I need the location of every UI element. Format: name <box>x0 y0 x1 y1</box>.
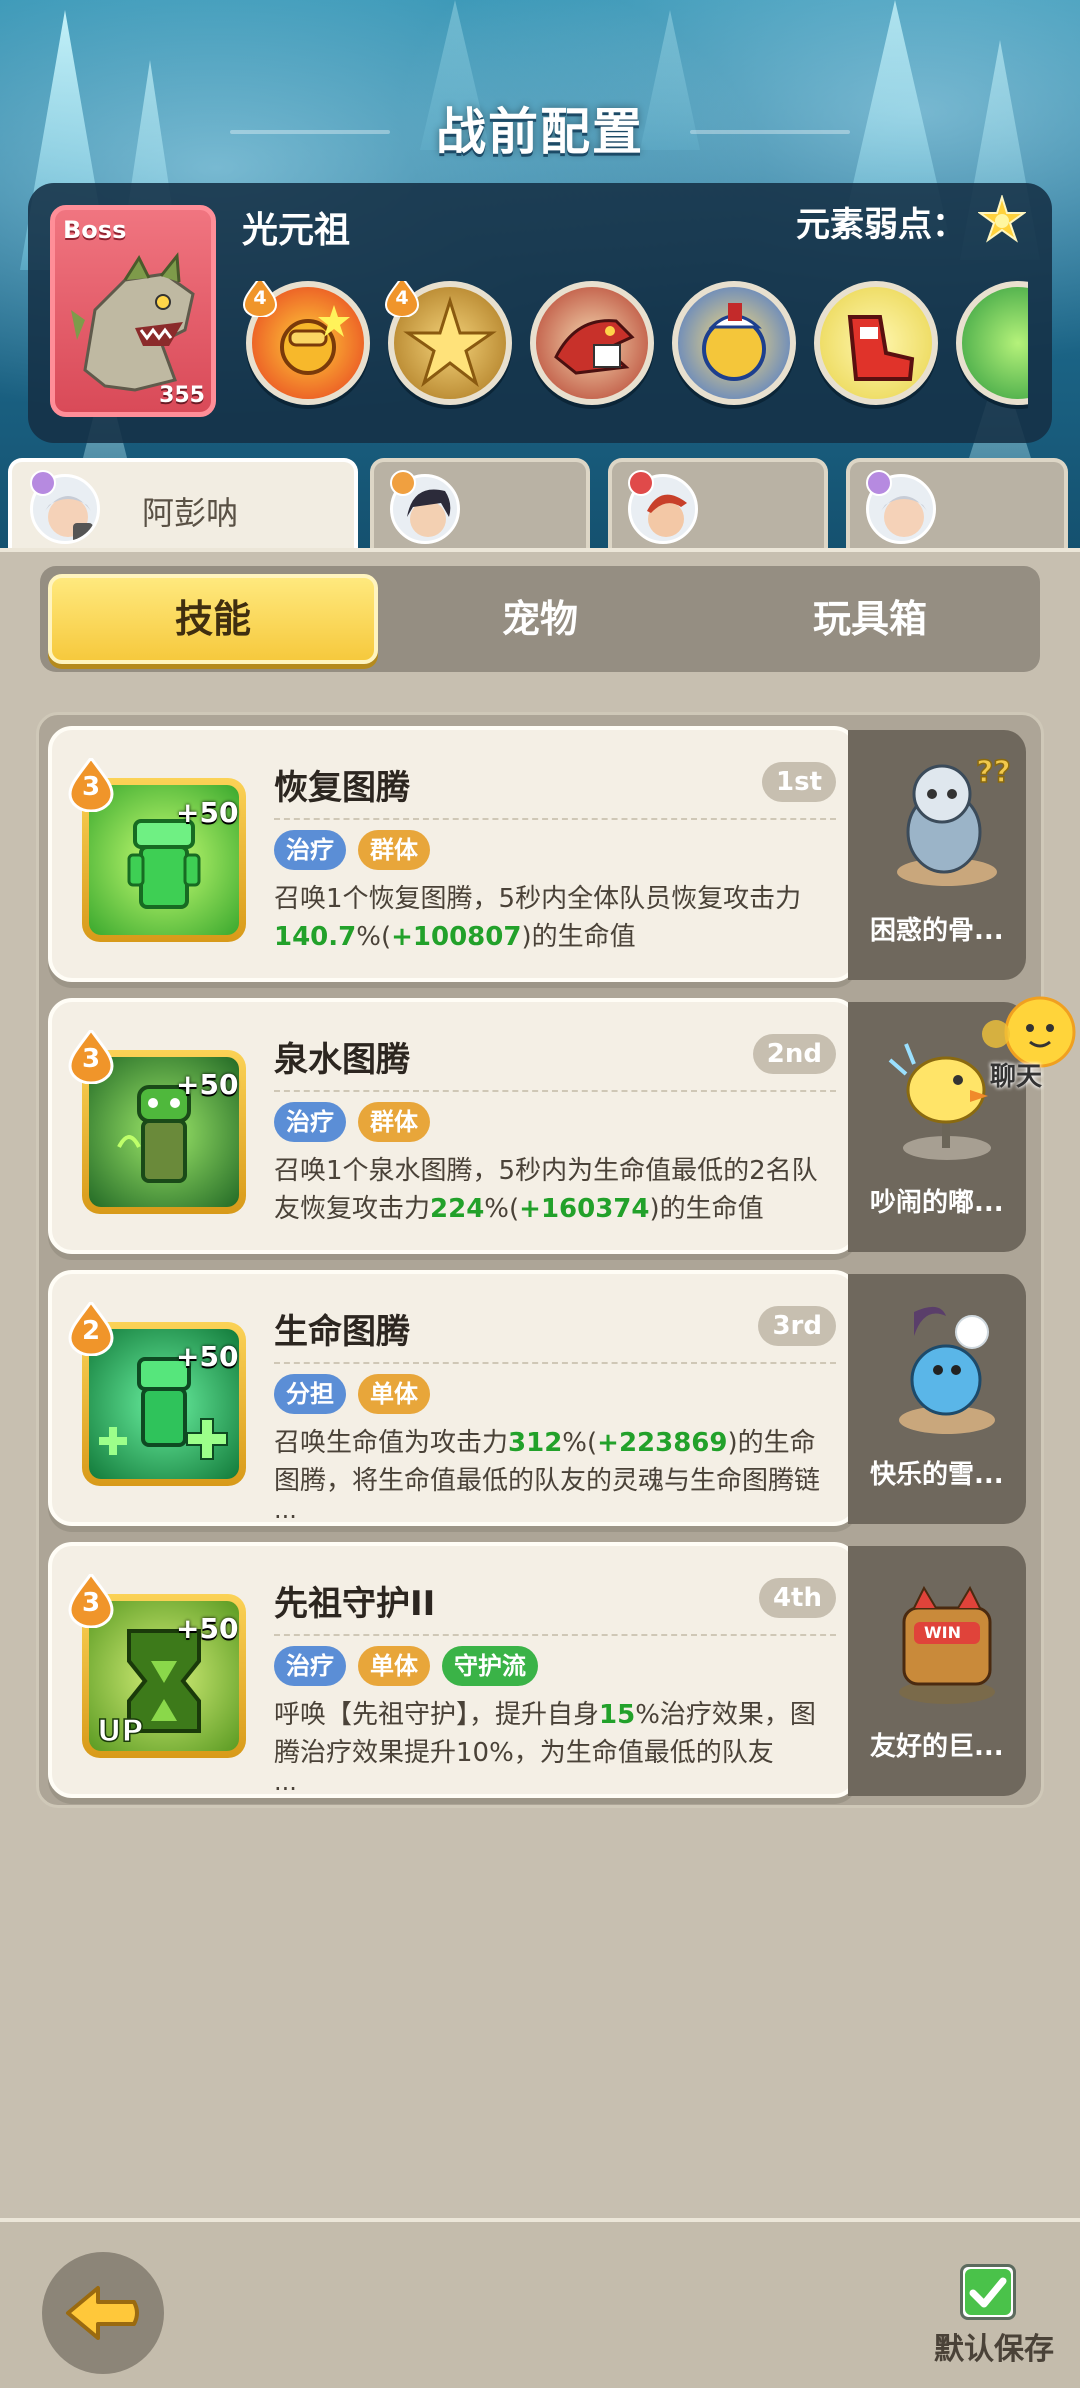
default-save-label: 默认保存 <box>934 2332 1054 2367</box>
boss-portrait-card[interactable]: Boss 355 <box>50 205 216 417</box>
skill-level-badge: 3 <box>68 1027 114 1085</box>
skill-level-badge: 2 <box>68 1299 114 1357</box>
skill-card[interactable]: +50 3 泉水图腾 2nd 治疗 群体 召唤1个泉水图腾，5秒内为生命值最低的… <box>48 998 858 1254</box>
skill-card[interactable]: +50 2 生命图腾 3rd 分担 单体 召唤生命值为攻击力312%(+2238… <box>48 1270 858 1526</box>
light-star-icon <box>978 195 1026 243</box>
boss-skill-row: 4 4 <box>242 281 1028 411</box>
skill-level-badge: 4 <box>242 281 278 318</box>
skill-tag: 单体 <box>358 1374 430 1414</box>
red-boot-skill-icon[interactable] <box>814 281 938 405</box>
skill-title: 泉水图腾 <box>274 1040 410 1080</box>
svg-text:UP: UP <box>97 1714 143 1749</box>
skill-tag: 守护流 <box>442 1646 538 1686</box>
back-button[interactable] <box>42 2252 164 2374</box>
boss-level: 355 <box>159 383 205 408</box>
skill-tag: 分担 <box>274 1374 346 1414</box>
skill-title: 恢复图腾 <box>274 768 410 808</box>
divider <box>274 1362 836 1364</box>
skill-level-badge: 4 <box>384 281 420 318</box>
skill-description: 呼唤【先祖守护】，提升自身15%治疗效果，图腾治疗效果提升10%，为生命值最低的… <box>274 1700 816 1768</box>
skill-tag: 单体 <box>358 1646 430 1686</box>
svg-text:WIN: WIN <box>924 1623 961 1642</box>
character-tab-1[interactable]: 阿彭呐 <box>8 458 358 548</box>
friendly-giant-pet-icon: WIN <box>899 1585 995 1704</box>
skill-tag: 治疗 <box>274 1102 346 1142</box>
character-name: 阿彭呐 <box>142 494 239 532</box>
description-ellipsis: ... <box>274 1768 297 1796</box>
skill-card[interactable]: UP +50 3 先祖守护II 4th 治疗 单体 守护流 呼唤【先祖守护】，提… <box>48 1542 858 1798</box>
character-tab-2[interactable] <box>370 458 590 548</box>
page-title: 战前配置 <box>436 103 644 161</box>
divider <box>274 1090 836 1092</box>
skill-order-badge: 1st <box>762 762 836 802</box>
skill-level-badge: 3 <box>68 1571 114 1629</box>
element-weakness-label: 元素弱点： <box>796 205 966 245</box>
divider <box>274 818 836 820</box>
boss-info-panel: Boss 355 光元祖 元素弱点： 4 4 <box>28 183 1052 443</box>
pet-slot[interactable]: ?? 困惑的骨... <box>848 730 1026 980</box>
skill-tag: 群体 <box>358 830 430 870</box>
skill-tag: 群体 <box>358 1102 430 1142</box>
skill-description: 召唤生命值为攻击力312%(+223869)的生命图腾，将生命值最低的队友的灵魂… <box>274 1428 821 1496</box>
default-save-checkbox[interactable] <box>960 2264 1016 2320</box>
boss-dinosaur-icon <box>71 252 195 392</box>
tab-pets[interactable]: 宠物 <box>375 574 705 664</box>
skill-title: 生命图腾 <box>274 1312 410 1352</box>
pet-name: 快乐的雪... <box>870 1460 1004 1490</box>
class-emblem-icon <box>390 470 416 496</box>
skill-level-badge: 3 <box>68 755 114 813</box>
skill-description: 召唤1个泉水图腾，5秒内为生命值最低的2名队友恢复攻击力224%(+160374… <box>274 1156 818 1224</box>
blue-chick-skill-icon[interactable] <box>672 281 796 405</box>
confused-skeleton-pet-icon: ?? <box>897 754 1010 886</box>
class-emblem-icon <box>628 470 654 496</box>
loadout-tab-bar: 技能 宠物 玩具箱 <box>40 566 1040 672</box>
green-skill-icon[interactable] <box>956 281 1028 405</box>
character-tab-4[interactable] <box>846 458 1068 548</box>
pet-name: 吵闹的嘟... <box>870 1188 1004 1218</box>
red-beast-skill-icon[interactable] <box>530 281 654 405</box>
skill-order-badge: 2nd <box>752 1034 836 1074</box>
tab-toybox[interactable]: 玩具箱 <box>705 574 1035 664</box>
skill-card[interactable]: +50 3 恢复图腾 1st 治疗 群体 召唤1个恢复图腾，5秒内全体队员恢复攻… <box>48 726 858 982</box>
character-tab-3[interactable] <box>608 458 828 548</box>
happy-snow-pet-icon <box>899 1306 995 1434</box>
skill-bonus: +50 <box>176 1068 239 1101</box>
boss-name: 光元祖 <box>242 210 351 251</box>
back-arrow-icon <box>66 2286 139 2340</box>
boss-badge: Boss <box>63 216 127 244</box>
divider <box>274 1634 836 1636</box>
skill-order-badge: 3rd <box>758 1306 836 1346</box>
skill-tag: 治疗 <box>274 1646 346 1686</box>
chat-label[interactable]: 聊天 <box>990 1056 1042 1093</box>
skill-order-badge: 4th <box>758 1578 836 1618</box>
description-ellipsis: ... <box>274 1496 297 1524</box>
skill-description: 召唤1个恢复图腾，5秒内全体队员恢复攻击力140.7%(+100807)的生命值 <box>274 884 802 952</box>
pet-slot[interactable]: WIN 友好的巨... <box>848 1546 1026 1796</box>
skill-bonus: +50 <box>176 1340 239 1373</box>
skill-title: 先祖守护II <box>274 1584 436 1624</box>
class-emblem-icon <box>866 470 892 496</box>
class-emblem-icon <box>30 470 56 496</box>
checkmark-icon <box>965 2269 1011 2315</box>
pet-slot[interactable]: 快乐的雪... <box>848 1274 1026 1524</box>
skill-bonus: +50 <box>176 796 239 829</box>
pet-name: 友好的巨... <box>870 1732 1004 1762</box>
tab-skills[interactable]: 技能 <box>48 574 378 664</box>
skill-tag: 治疗 <box>274 830 346 870</box>
pet-name: 困惑的骨... <box>870 916 1004 946</box>
svg-text:??: ?? <box>976 755 1010 790</box>
skill-bonus: +50 <box>176 1612 239 1645</box>
